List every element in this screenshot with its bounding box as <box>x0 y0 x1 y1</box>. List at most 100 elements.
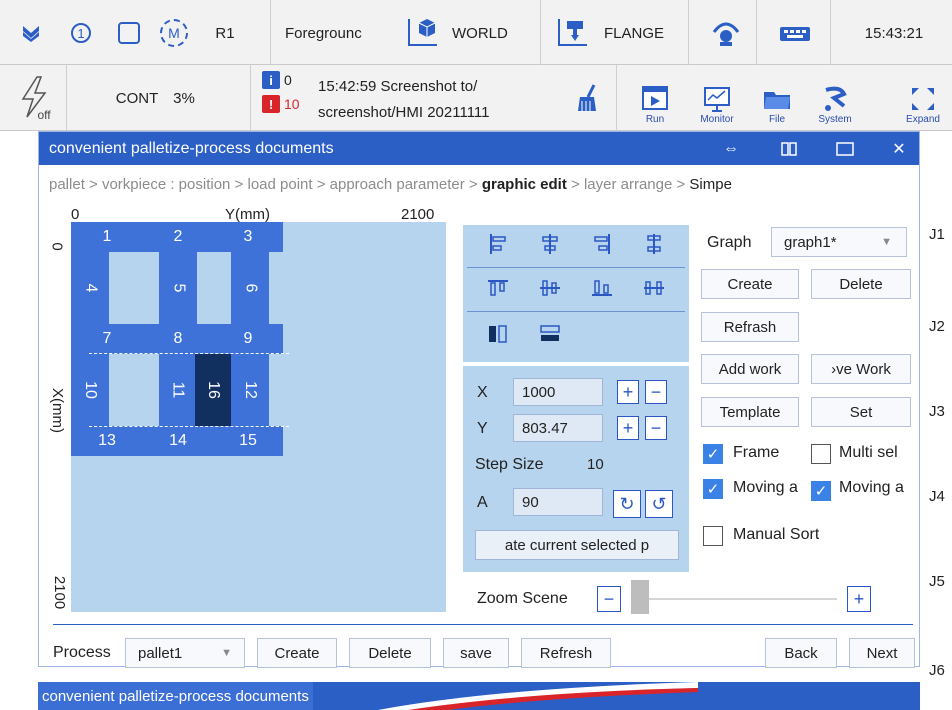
run-button[interactable]: Run <box>628 69 682 127</box>
frame-checkbox[interactable]: ✓ <box>703 444 723 464</box>
zoom-slider-thumb[interactable] <box>631 580 649 614</box>
zoom-in-button[interactable]: + <box>847 586 871 612</box>
graph-delete-button[interactable]: Delete <box>811 269 911 299</box>
pallet-canvas[interactable]: 1 2 3 4 5 6 7 8 9 10 11 16 12 13 14 15 <box>71 222 446 612</box>
work-cell-7[interactable]: 7 <box>71 324 143 354</box>
keyboard-icon[interactable] <box>775 18 815 48</box>
coordinate-index-icon[interactable]: 1 <box>68 20 94 46</box>
speed-percent[interactable]: 3% <box>166 85 202 111</box>
y-increment-button[interactable]: + <box>617 416 639 440</box>
graph-refresh-button[interactable]: Refrash <box>701 312 799 342</box>
work-cell-1[interactable]: 1 <box>71 222 143 252</box>
double-chevron-down-icon[interactable] <box>18 20 44 46</box>
work-cell-2[interactable]: 2 <box>143 222 213 252</box>
y-axis-min: 0 <box>48 242 66 251</box>
rotate-counterclockwise-icon[interactable]: ↺ <box>645 490 673 518</box>
crumb-layer-arrange[interactable]: > layer arrange > <box>567 176 690 193</box>
graph-select[interactable]: graph1* ▼ <box>771 227 907 257</box>
process-save-button[interactable]: save <box>443 638 509 668</box>
work-cell-8[interactable]: 8 <box>143 324 213 354</box>
align-top-icon[interactable] <box>485 275 511 301</box>
process-refresh-button[interactable]: Refresh <box>521 638 611 668</box>
flange-tool-icon[interactable] <box>552 12 592 52</box>
crumb-position[interactable]: : position > <box>170 176 247 193</box>
y-input[interactable]: 803.47 <box>513 414 603 442</box>
next-button[interactable]: Next <box>849 638 915 668</box>
align-bottom-icon[interactable] <box>589 275 615 301</box>
x-input[interactable]: 1000 <box>513 378 603 406</box>
crumb-workpiece[interactable]: vorkpiece <box>102 176 170 193</box>
clear-broom-icon[interactable] <box>572 81 604 115</box>
rotate-clockwise-icon[interactable]: ↻ <box>613 490 641 518</box>
add-work-button[interactable]: Add work <box>701 354 799 384</box>
crumb-load-point[interactable]: load point > <box>247 176 329 193</box>
crumb-simpe[interactable]: Simpe <box>689 176 732 193</box>
y-decrement-button[interactable]: − <box>645 416 667 440</box>
work-cell-6[interactable]: 6 <box>231 252 269 324</box>
template-button[interactable]: Template <box>701 397 799 427</box>
manual-mode-icon[interactable]: M <box>160 19 188 47</box>
moving-a-checkbox-2[interactable]: ✓ <box>811 481 831 501</box>
monitor-button[interactable]: Monitor <box>690 69 744 127</box>
taskbar-item[interactable]: convenient palletize-process documents <box>38 682 313 710</box>
work-cell-5[interactable]: 5 <box>159 252 197 324</box>
process-select[interactable]: pallet1 ▼ <box>125 638 245 668</box>
align-left-icon[interactable] <box>485 231 511 257</box>
step-size-input[interactable]: 10 <box>579 450 635 478</box>
align-center-horizontal-icon[interactable] <box>537 231 563 257</box>
align-right-icon[interactable] <box>589 231 615 257</box>
work-cell-13[interactable]: 13 <box>71 426 143 456</box>
monitor-label: Monitor <box>700 114 734 125</box>
work-cell-3[interactable]: 3 <box>213 222 283 252</box>
x-decrement-button[interactable]: − <box>645 380 667 404</box>
zoom-out-button[interactable]: − <box>597 586 621 612</box>
x-increment-button[interactable]: + <box>617 380 639 404</box>
work-cell-4[interactable]: 4 <box>71 252 109 324</box>
crumb-graphic-edit[interactable]: graphic edit <box>482 176 567 193</box>
remove-work-button[interactable]: ›ve Work <box>811 354 911 384</box>
expand-button[interactable]: Expand <box>895 69 951 127</box>
rotate-selected-button[interactable]: ate current selected p <box>475 530 679 560</box>
work-cell-15[interactable]: 15 <box>213 426 283 456</box>
maximize-icon[interactable] <box>825 132 865 165</box>
moving-a-checkbox-1[interactable]: ✓ <box>703 479 723 499</box>
work-cell-14[interactable]: 14 <box>143 426 213 456</box>
process-delete-button[interactable]: Delete <box>349 638 431 668</box>
manual-sort-checkbox[interactable] <box>703 526 723 546</box>
message-line-1[interactable]: 15:42:59 Screenshot to/ <box>318 75 558 97</box>
swap-horizontal-icon[interactable]: ⇔ <box>711 132 751 165</box>
run-mode[interactable]: CONT <box>112 85 162 111</box>
a-input[interactable]: 90 <box>513 488 603 516</box>
same-width-icon[interactable] <box>485 321 511 347</box>
crumb-approach[interactable]: approach parameter > <box>330 176 482 193</box>
work-cell-11[interactable]: 11 <box>159 354 195 426</box>
back-button[interactable]: Back <box>765 638 837 668</box>
run-icon <box>642 86 668 110</box>
robot-arm-icon[interactable] <box>708 14 744 50</box>
flange-label[interactable]: FLANGE <box>604 20 684 46</box>
set-button[interactable]: Set <box>811 397 911 427</box>
world-coordinate-icon[interactable] <box>402 12 442 52</box>
graph-create-button[interactable]: Create <box>701 269 799 299</box>
foreground-label[interactable]: Foregrounc <box>285 20 385 46</box>
distribute-vertical-icon[interactable] <box>641 231 667 257</box>
work-cell-12[interactable]: 12 <box>231 354 269 426</box>
multi-select-checkbox[interactable] <box>811 444 831 464</box>
world-label[interactable]: WORLD <box>452 20 532 46</box>
align-middle-icon[interactable] <box>537 275 563 301</box>
work-cell-10[interactable]: 10 <box>71 354 109 426</box>
work-cell-16-selected[interactable]: 16 <box>195 354 231 426</box>
robot-label[interactable]: R1 <box>205 20 245 46</box>
close-icon[interactable]: ✕ <box>879 132 919 165</box>
square-mode-icon[interactable] <box>118 22 140 44</box>
message-line-2[interactable]: screenshot/HMI 20211111 <box>318 101 558 123</box>
same-height-icon[interactable] <box>537 321 563 347</box>
distribute-horizontal-icon[interactable] <box>641 275 667 301</box>
file-button[interactable]: File <box>750 69 804 127</box>
split-view-icon[interactable] <box>769 132 809 165</box>
system-button[interactable]: System <box>808 69 862 127</box>
process-create-button[interactable]: Create <box>257 638 337 668</box>
zoom-slider-track[interactable] <box>633 598 837 600</box>
crumb-pallet[interactable]: pallet > <box>49 176 102 193</box>
work-cell-9[interactable]: 9 <box>213 324 283 354</box>
